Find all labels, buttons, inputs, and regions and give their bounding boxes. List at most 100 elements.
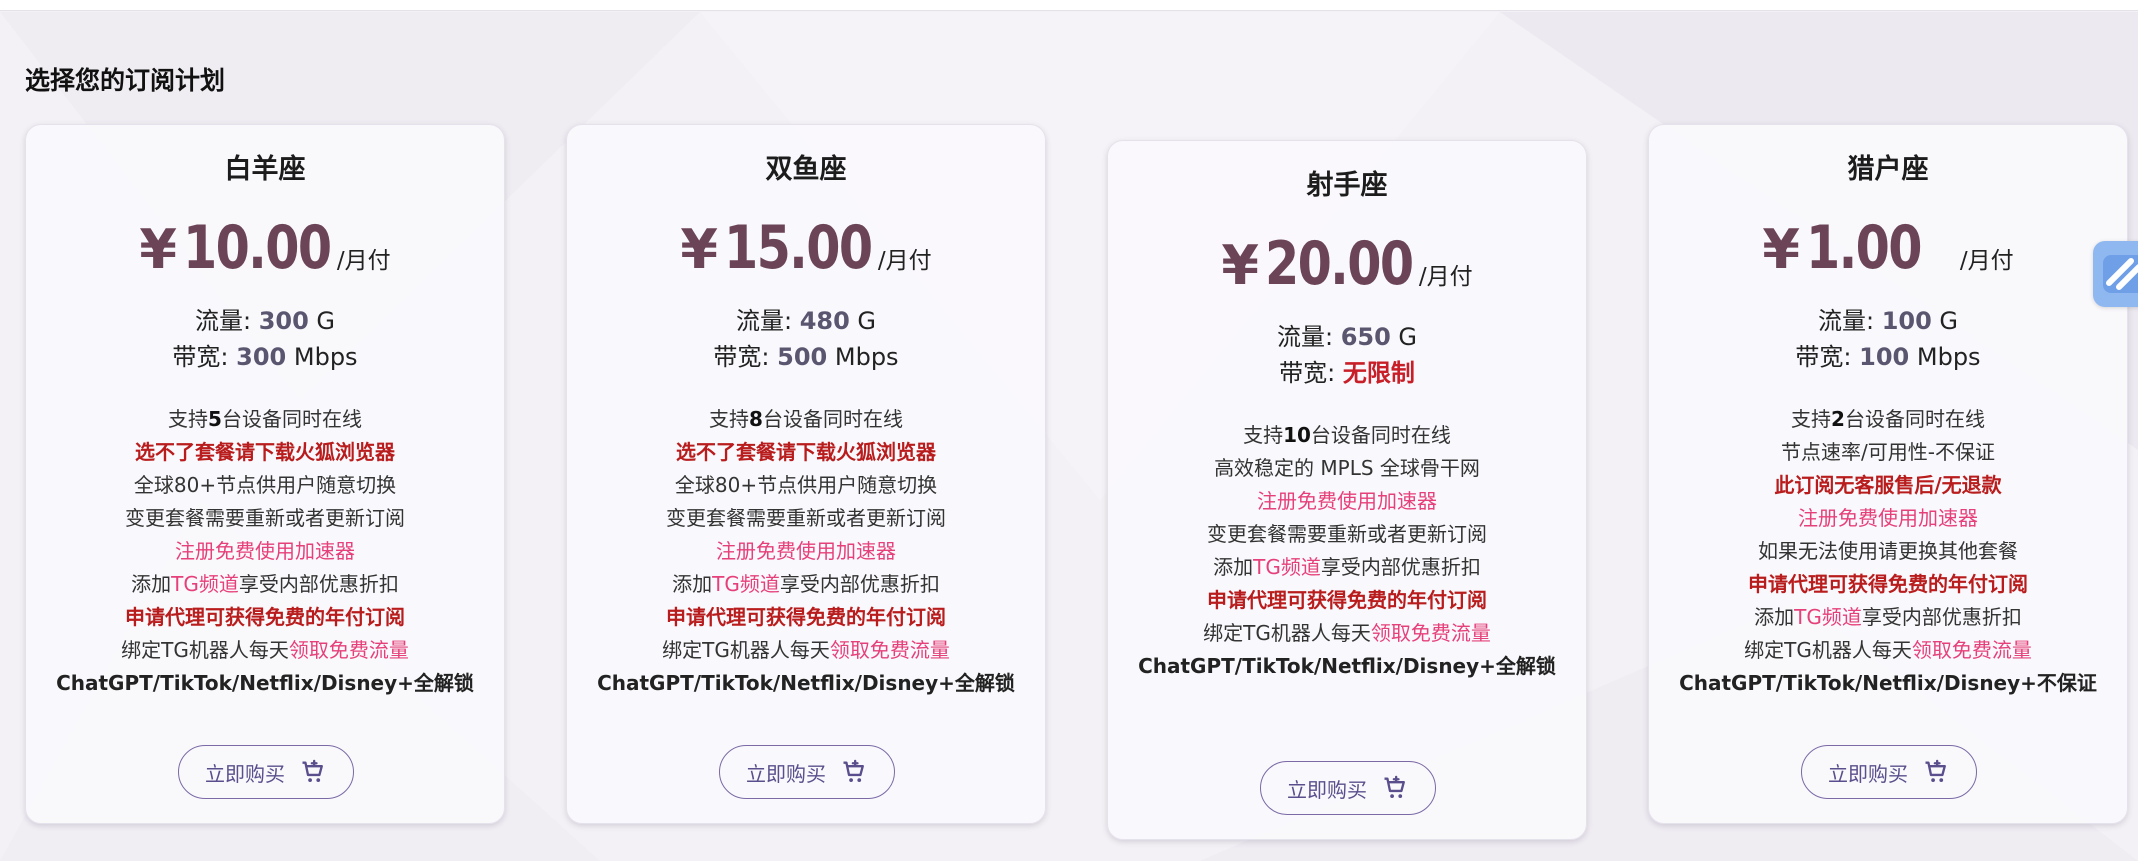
feature-list: 支持8台设备同时在线选不了套餐请下载火狐浏览器 全球80+节点供用户随意切换 变更套… <box>567 403 1045 700</box>
feature-text: 支持 <box>168 407 209 431</box>
buy-button-label: 立即购买 <box>205 761 285 786</box>
feature-item: 此订阅无客服售后/无退款 <box>1774 473 2002 497</box>
traffic-label: 流量: <box>735 307 800 335</box>
feature-item: 支持5台设备同时在线 <box>26 403 504 436</box>
feature-item: 添加TG频道享受内部优惠折扣 <box>1649 601 2127 634</box>
plan-card-3: 射手座 ¥ 20.00 /月付 流量: 650 G 带宽: 无限制 支持10台设… <box>1107 140 1587 840</box>
traffic-value: 650 <box>1340 323 1391 351</box>
feature-link[interactable]: TG频道 <box>171 572 239 596</box>
buy-button-label: 立即购买 <box>746 761 826 786</box>
feature-link[interactable]: 注册免费使用加速器 <box>1108 485 1586 518</box>
price-currency: ¥ <box>680 218 718 281</box>
feature-text: 支持 <box>1243 423 1284 447</box>
feature-item: 绑定TG机器人每天领取免费流量 <box>1649 634 2127 667</box>
feature-link[interactable]: 领取免费流量 <box>1371 621 1491 645</box>
plan-card-2: 双鱼座 ¥ 15.00 /月付 流量: 480 G 带宽: 500 Mbps 支… <box>566 124 1046 824</box>
traffic-spec: 流量: 480 G <box>567 303 1045 339</box>
traffic-unit: G <box>1931 307 1959 335</box>
device-count: 10 <box>1283 423 1311 447</box>
feature-item: 添加TG频道享受内部优惠折扣 <box>1108 551 1586 584</box>
traffic-label: 流量: <box>1817 307 1882 335</box>
feature-text: 享受内部优惠折扣 <box>238 572 399 596</box>
feature-text: 台设备同时在线 <box>221 407 362 431</box>
feature-text: 添加 <box>672 572 713 596</box>
float-widget-icon <box>2103 255 2138 293</box>
feature-text: 支持 <box>1791 407 1832 431</box>
plan-price: ¥ 20.00 /月付 <box>1108 229 1586 299</box>
buy-now-button[interactable]: 立即购买 <box>178 745 354 799</box>
feature-link[interactable]: TG频道 <box>1253 555 1321 579</box>
buy-now-button[interactable]: 立即购买 <box>719 745 895 799</box>
feature-item: 添加TG频道享受内部优惠折扣 <box>567 568 1045 601</box>
feature-link[interactable]: 注册免费使用加速器 <box>1649 502 2127 535</box>
bandwidth-label: 带宽: <box>1279 359 1343 387</box>
plan-name: 白羊座 <box>224 154 306 185</box>
plan-card-1: 白羊座 ¥ 10.00 /月付 流量: 300 G 带宽: 300 Mbps 支… <box>25 124 505 824</box>
traffic-unit: G <box>1390 323 1418 351</box>
price-value: 20.00 <box>1264 229 1414 299</box>
price-unit: /月付 <box>1418 264 1473 290</box>
traffic-value: 100 <box>1881 307 1932 335</box>
buy-now-button[interactable]: 立即购买 <box>1260 761 1436 815</box>
feature-item: 变更套餐需要重新或者更新订阅 <box>666 506 946 530</box>
plan-name: 双鱼座 <box>765 154 847 185</box>
feature-item: 全球80+节点供用户随意切换 <box>133 473 397 497</box>
bandwidth-spec: 带宽: 300 Mbps <box>26 339 504 375</box>
feature-item: 申请代理可获得免费的年付订阅 <box>1748 572 2028 596</box>
bandwidth-label: 带宽: <box>172 343 237 371</box>
price-unit: /月付 <box>877 248 932 274</box>
feature-link[interactable]: TG频道 <box>1794 605 1862 629</box>
bandwidth-unit: Mbps <box>286 343 358 371</box>
feature-text: 添加 <box>131 572 172 596</box>
traffic-spec: 流量: 100 G <box>1649 303 2127 339</box>
feature-link[interactable]: 领取免费流量 <box>289 638 409 662</box>
plan-price: ¥ 10.00 /月付 <box>26 213 504 283</box>
bandwidth-unit: Mbps <box>827 343 899 371</box>
feature-text: 台设备同时在线 <box>1310 423 1451 447</box>
bandwidth-unit: Mbps <box>1909 343 1981 371</box>
feature-item: ChatGPT/TikTok/Netflix/Disney+全解锁 <box>1138 654 1556 678</box>
feature-item: 绑定TG机器人每天领取免费流量 <box>26 634 504 667</box>
feature-item: 支持2台设备同时在线 <box>1649 403 2127 436</box>
feature-text: 享受内部优惠折扣 <box>1861 605 2022 629</box>
price-currency: ¥ <box>1221 234 1259 297</box>
device-count: 2 <box>1831 407 1845 431</box>
feature-item: 全球80+节点供用户随意切换 <box>674 473 938 497</box>
traffic-unit: G <box>849 307 877 335</box>
feature-item: 申请代理可获得免费的年付订阅 <box>125 605 405 629</box>
price-currency: ¥ <box>139 218 177 281</box>
feature-text: 享受内部优惠折扣 <box>1320 555 1481 579</box>
feature-link[interactable]: 注册免费使用加速器 <box>26 535 504 568</box>
feature-item: 变更套餐需要重新或者更新订阅 <box>125 506 405 530</box>
feature-text: 台设备同时在线 <box>762 407 903 431</box>
feature-link[interactable]: 领取免费流量 <box>1912 638 2032 662</box>
feature-item: 选不了套餐请下载火狐浏览器 <box>676 440 936 464</box>
bandwidth-spec: 带宽: 500 Mbps <box>567 339 1045 375</box>
cart-icon <box>1384 775 1405 799</box>
price-value: 10.00 <box>182 213 332 283</box>
feature-text: 绑定TG机器人每天 <box>1203 621 1371 645</box>
feature-list: 支持5台设备同时在线 选不了套餐请下载火狐浏览器 全球80+节点供用户随意切换 变更套… <box>26 403 504 700</box>
plan-name: 猎户座 <box>1847 154 1929 185</box>
buy-now-button[interactable]: 立即购买 <box>1801 745 1977 799</box>
float-widget[interactable] <box>2093 241 2138 307</box>
feature-link[interactable]: 注册免费使用加速器 <box>567 535 1045 568</box>
feature-text: 添加 <box>1213 555 1254 579</box>
price-unit: /月付 <box>1959 248 2014 274</box>
price-currency: ¥ <box>1762 218 1800 281</box>
feature-link[interactable]: TG频道 <box>712 572 780 596</box>
bandwidth-label: 带宽: <box>1795 343 1860 371</box>
cart-icon <box>1925 759 1946 783</box>
device-count: 8 <box>749 407 763 431</box>
feature-item: ChatGPT/TikTok/Netflix/Disney+全解锁 <box>597 671 1015 695</box>
feature-text: 支持 <box>709 407 750 431</box>
plan-price: ¥ 15.00 /月付 <box>567 213 1045 283</box>
cart-icon <box>843 759 864 783</box>
bandwidth-value: 100 <box>1859 343 1910 371</box>
feature-list: 支持2台设备同时在线 节点速率/可用性-不保证 此订阅无客服售后/无退款 注册免费使用… <box>1649 403 2127 700</box>
buy-button-label: 立即购买 <box>1828 761 1908 786</box>
bandwidth-value: 300 <box>236 343 287 371</box>
traffic-unit: G <box>308 307 336 335</box>
device-count: 5 <box>208 407 222 431</box>
feature-link[interactable]: 领取免费流量 <box>830 638 950 662</box>
